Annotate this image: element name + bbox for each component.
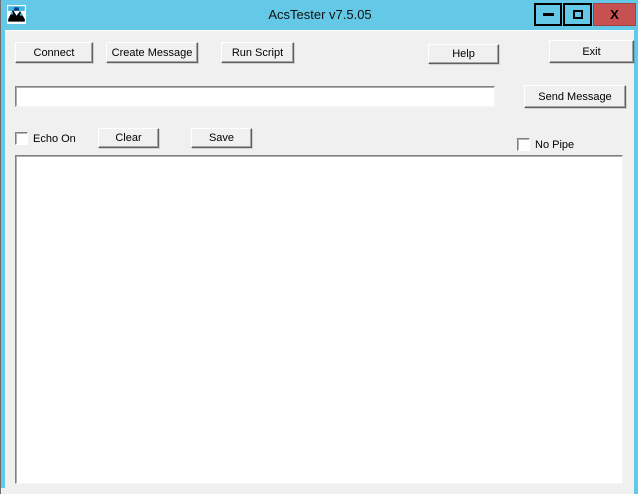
- titlebar[interactable]: AcsTester v7.5.05 X: [1, 0, 638, 30]
- send-message-button[interactable]: Send Message: [524, 85, 626, 108]
- clear-button[interactable]: Clear: [98, 128, 159, 148]
- minimize-button[interactable]: [534, 3, 562, 26]
- close-icon: X: [610, 7, 619, 22]
- maximize-icon: [572, 10, 583, 19]
- run-script-button[interactable]: Run Script: [221, 42, 294, 63]
- echo-on-label: Echo On: [33, 133, 76, 145]
- log-textarea[interactable]: [15, 155, 623, 484]
- message-input[interactable]: [15, 86, 495, 107]
- exit-button[interactable]: Exit: [549, 40, 634, 63]
- save-button[interactable]: Save: [191, 128, 252, 148]
- help-button[interactable]: Help: [428, 44, 499, 64]
- no-pipe-label: No Pipe: [535, 139, 575, 151]
- connect-button[interactable]: Connect: [15, 42, 93, 63]
- window-controls: X: [534, 3, 636, 26]
- app-window: AcsTester v7.5.05 X Connect Create Messa…: [0, 0, 638, 494]
- window-border-right: [634, 30, 638, 494]
- maximize-button[interactable]: [563, 3, 592, 26]
- minimize-icon: [542, 13, 554, 16]
- create-message-button[interactable]: Create Message: [106, 42, 198, 63]
- titlebar-divider: [5, 30, 634, 31]
- close-button[interactable]: X: [593, 3, 636, 26]
- echo-on-checkbox[interactable]: [15, 132, 28, 145]
- window-border-left: [1, 30, 5, 488]
- no-pipe-checkbox[interactable]: [517, 138, 530, 151]
